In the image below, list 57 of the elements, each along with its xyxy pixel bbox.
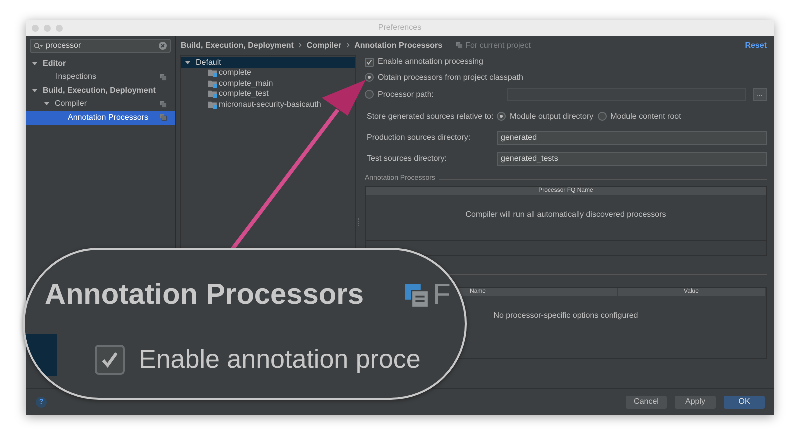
caret-down-icon[interactable] (32, 60, 38, 67)
magnified-note: F (433, 278, 451, 313)
chevron-icon (298, 43, 302, 48)
radio-label: Module output directory (510, 110, 594, 122)
magnified-checkbox-label: Enable annotation proce (139, 343, 421, 376)
field-label: Store generated sources relative to: (367, 110, 495, 122)
radio-button[interactable] (365, 90, 374, 99)
checkbox-label: Enable annotation processing (378, 56, 484, 68)
radio-button[interactable] (497, 112, 506, 121)
window-title: Preferences (378, 22, 422, 34)
caret-down-icon[interactable] (44, 101, 50, 108)
radio-button[interactable] (598, 112, 607, 121)
folder-icon (208, 80, 217, 88)
caret-down-icon[interactable] (185, 60, 191, 66)
search-field[interactable]: processor (30, 39, 171, 53)
reset-link[interactable]: Reset (745, 40, 767, 52)
folder-icon (208, 90, 217, 98)
copy-icon (404, 282, 430, 309)
radio-button[interactable] (365, 73, 374, 82)
radio-label: Obtain processors from project classpath (378, 72, 524, 84)
field-label: Test sources directory: (367, 152, 448, 164)
input-field[interactable]: generated_tests (497, 152, 767, 166)
input-field[interactable]: generated (497, 130, 767, 144)
empty-message: No processor-specific options configured (494, 310, 638, 322)
sidebar-item[interactable]: Compiler (26, 98, 175, 111)
profile-item[interactable]: Default (181, 57, 355, 68)
module-item[interactable]: micronaut-security-basicauth (208, 100, 324, 110)
breadcrumb-item[interactable]: Build, Execution, Deployment (181, 40, 294, 52)
radio-label: Processor path: (378, 88, 436, 100)
sidebar-item[interactable]: Build, Execution, Deployment (26, 84, 175, 98)
checkbox[interactable] (95, 344, 125, 374)
magnified-title: Annotation Processors (45, 278, 364, 313)
checkbox[interactable] (365, 58, 374, 66)
module-item[interactable]: complete_test (208, 89, 271, 100)
ok-button[interactable]: OK (724, 396, 765, 408)
search-icon (34, 42, 43, 50)
field-label: Production sources directory: (367, 132, 472, 144)
scope-note: For current project (466, 40, 531, 52)
sidebar-item[interactable]: Editor (26, 57, 175, 70)
dialog-button[interactable]: Cancel (626, 396, 667, 408)
breadcrumb-item[interactable]: Annotation Processors (354, 40, 443, 52)
copy-icon (456, 42, 463, 49)
sidebar-item[interactable]: Annotation Processors (26, 111, 175, 124)
chevron-icon (346, 43, 350, 48)
clear-icon[interactable] (159, 42, 167, 50)
caret-down-icon[interactable] (32, 88, 38, 94)
module-item[interactable]: complete_main (208, 78, 276, 89)
empty-message: Compiler will run all automatically discovered processors (466, 209, 666, 221)
radio-label: Module content root (610, 110, 682, 122)
breadcrumb-item[interactable]: Compiler (306, 40, 342, 52)
module-item[interactable]: complete (208, 68, 254, 78)
folder-icon (208, 69, 217, 78)
check-icon (366, 58, 373, 66)
dialog-button[interactable]: Apply (675, 396, 716, 408)
copy-icon (160, 74, 167, 81)
sidebar-item[interactable]: Inspections (26, 70, 175, 84)
folder-icon (208, 100, 217, 109)
